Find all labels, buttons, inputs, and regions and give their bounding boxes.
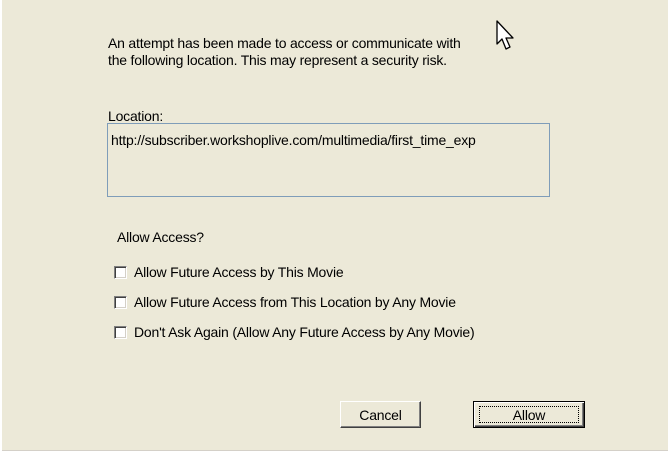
checkbox-allow-this-movie[interactable]: Allow Future Access by This Movie xyxy=(114,263,344,281)
security-dialog: An attempt has been made to access or co… xyxy=(2,0,668,451)
checkbox-box[interactable] xyxy=(114,265,127,279)
allow-access-label: Allow Access? xyxy=(117,229,204,245)
checkbox-label: Allow Future Access by This Movie xyxy=(134,264,344,280)
allow-button[interactable]: Allow xyxy=(473,401,585,428)
checkbox-allow-this-location[interactable]: Allow Future Access from This Location b… xyxy=(114,293,456,311)
cancel-button-label: Cancel xyxy=(359,406,402,423)
cancel-button[interactable]: Cancel xyxy=(340,401,421,428)
location-url-field[interactable]: http://subscriber.workshoplive.com/multi… xyxy=(107,123,550,197)
checkbox-label: Don't Ask Again (Allow Any Future Access… xyxy=(134,324,475,340)
mouse-pointer-icon xyxy=(496,20,514,50)
message-line-2: the following location. This may represe… xyxy=(108,52,447,68)
checkbox-dont-ask-again[interactable]: Don't Ask Again (Allow Any Future Access… xyxy=(114,323,475,341)
checkbox-box[interactable] xyxy=(114,295,127,309)
location-url-text: http://subscriber.workshoplive.com/multi… xyxy=(111,132,476,148)
checkbox-box[interactable] xyxy=(114,325,127,339)
focus-outline xyxy=(479,406,579,423)
checkbox-label: Allow Future Access from This Location b… xyxy=(134,294,456,310)
location-label: Location: xyxy=(108,108,164,124)
